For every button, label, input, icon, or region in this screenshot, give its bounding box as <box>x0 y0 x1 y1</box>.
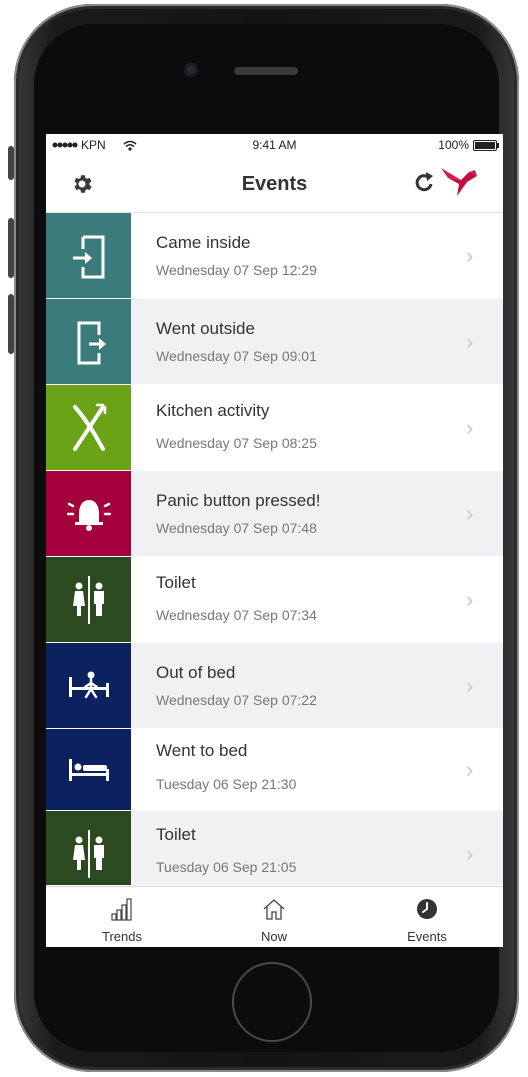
tab-label: Trends <box>102 929 142 944</box>
chevron-right-icon: › <box>466 841 474 866</box>
chevron-right-icon: › <box>466 757 474 782</box>
front-camera <box>184 63 198 77</box>
chevron-right-icon: › <box>466 673 474 698</box>
toilet-icon <box>72 829 104 878</box>
event-row[interactable]: Kitchen activity Wednesday 07 Sep 08:25 … <box>46 385 503 470</box>
event-time: Wednesday 07 Sep 08:25 <box>156 435 317 451</box>
tab-events[interactable]: Events <box>367 887 487 947</box>
earpiece-speaker <box>234 67 298 75</box>
chevron-right-icon: › <box>466 501 474 526</box>
event-title: Out of bed <box>156 663 236 682</box>
chevron-right-icon: › <box>466 587 474 612</box>
event-title: Went to bed <box>156 741 248 760</box>
event-title: Kitchen activity <box>156 401 270 420</box>
clock-icon <box>417 899 437 919</box>
bed-icon <box>68 758 109 781</box>
tab-now[interactable]: Now <box>214 887 334 947</box>
event-time: Wednesday 07 Sep 09:01 <box>156 348 317 364</box>
bar-chart-icon <box>111 898 132 921</box>
out-of-bed-icon <box>68 671 109 698</box>
event-row[interactable]: Came inside Wednesday 07 Sep 12:29 › <box>46 213 503 298</box>
clock: 9:41 AM <box>252 138 297 152</box>
event-title: Went outside <box>156 319 255 338</box>
event-time: Wednesday 07 Sep 12:29 <box>156 262 317 278</box>
home-icon <box>263 899 285 920</box>
event-list: Came inside Wednesday 07 Sep 12:29 › Wen… <box>46 213 503 885</box>
mute-switch <box>8 146 14 180</box>
event-title: Came inside <box>156 233 251 252</box>
event-tile <box>46 811 131 885</box>
fork-knife-icon <box>72 403 106 451</box>
event-time: Wednesday 07 Sep 07:34 <box>156 607 317 623</box>
alarm-bell-icon <box>66 499 111 531</box>
tab-label: Events <box>407 929 447 944</box>
tab-bar: Trends Now Events <box>46 886 503 947</box>
nav-bar: Events <box>46 156 503 213</box>
event-tile <box>46 471 131 556</box>
door-exit-icon <box>77 321 106 364</box>
battery-icon <box>473 139 499 151</box>
chevron-right-icon: › <box>466 329 474 354</box>
volume-down-button <box>8 294 14 354</box>
home-button[interactable] <box>232 962 312 1042</box>
status-bar: KPN 9:41 AM 100% <box>46 134 503 156</box>
event-title: Toilet <box>156 825 196 844</box>
event-row[interactable]: Went outside Wednesday 07 Sep 09:01 › <box>46 299 503 384</box>
battery-info: 100% <box>438 138 499 152</box>
door-enter-icon <box>72 235 104 278</box>
battery-percent: 100% <box>438 138 469 152</box>
brand-logo-icon <box>441 168 477 196</box>
event-row[interactable]: Toilet Wednesday 07 Sep 07:34 › <box>46 557 503 642</box>
event-row[interactable]: Toilet Tuesday 06 Sep 21:05 › <box>46 811 503 885</box>
event-row[interactable]: Panic button pressed! Wednesday 07 Sep 0… <box>46 471 503 556</box>
refresh-icon[interactable] <box>412 170 436 196</box>
event-title: Panic button pressed! <box>156 491 321 510</box>
event-tile <box>46 729 131 810</box>
event-time: Wednesday 07 Sep 07:48 <box>156 520 317 536</box>
event-tile <box>46 643 131 728</box>
chevron-right-icon: › <box>466 415 474 440</box>
event-row[interactable]: Out of bed Wednesday 07 Sep 07:22 › <box>46 643 503 728</box>
tab-label: Now <box>260 929 287 944</box>
event-time: Wednesday 07 Sep 07:22 <box>156 692 317 708</box>
chevron-right-icon: › <box>466 243 474 268</box>
event-row[interactable]: Went to bed Tuesday 06 Sep 21:30 › <box>46 729 503 810</box>
toilet-icon <box>72 575 104 624</box>
event-tile <box>46 385 131 470</box>
event-title: Toilet <box>156 573 196 592</box>
app-screen: KPN 9:41 AM 100% Events Came inside Wedn… <box>46 134 503 947</box>
event-time: Tuesday 06 Sep 21:30 <box>156 776 297 792</box>
event-time: Tuesday 06 Sep 21:05 <box>156 859 297 875</box>
tab-trends[interactable]: Trends <box>62 887 182 947</box>
volume-up-button <box>8 218 14 278</box>
event-tile <box>46 213 131 298</box>
event-tile <box>46 557 131 642</box>
event-tile <box>46 299 131 384</box>
